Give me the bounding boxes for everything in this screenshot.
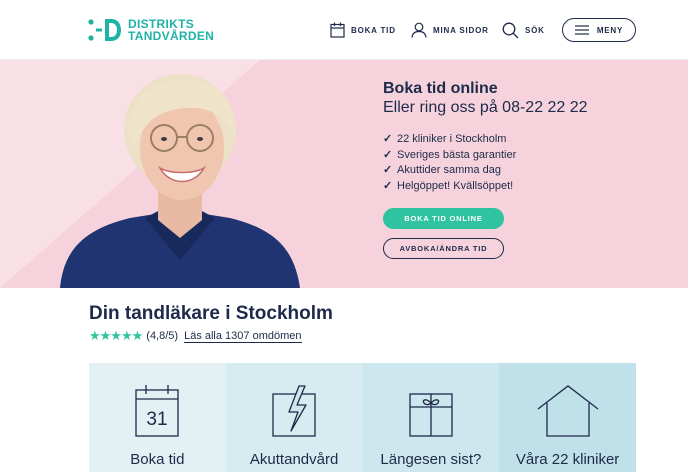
checkmark-icon: ✓: [383, 133, 393, 145]
hero-subtitle-phone: Eller ring oss på 08-22 22 22: [383, 99, 588, 116]
card-vara-kliniker[interactable]: Våra 22 kliniker: [499, 363, 636, 472]
search-icon: [502, 22, 519, 38]
hero-portrait-image: [60, 74, 300, 288]
logo-text: DISTRIKTS TANDVÅRDEN: [128, 18, 214, 42]
checklist-item: ✓ Akuttider samma dag: [383, 163, 516, 179]
card-label: Våra 22 kliniker: [515, 451, 620, 468]
lightning-icon: [272, 385, 316, 437]
checkmark-icon: ✓: [383, 148, 393, 161]
card-label: Akuttandvård: [249, 451, 339, 468]
star-rating-icon: ★★★★★: [89, 328, 143, 343]
nav-sok[interactable]: SÖK: [502, 19, 545, 41]
checklist-item-text: Helgöppet! Kvällsöppet!: [397, 179, 514, 192]
menu-button-label: MENY: [596, 25, 624, 35]
checklist-item-text: Akuttider samma dag: [397, 164, 501, 176]
gift-icon: [409, 393, 453, 437]
house-icon: [537, 385, 599, 437]
calendar-icon: 31: [135, 385, 180, 437]
checkmark-icon: ✓: [383, 164, 393, 176]
checklist-item: ✓ Sveriges bästa garantier: [383, 148, 516, 164]
calendar-icon: [330, 22, 345, 38]
card-label: Boka tid: [130, 451, 185, 468]
card-label: Längesen sist?: [380, 451, 482, 468]
nav-boka-tid-label: BOKA TID: [351, 25, 396, 35]
checklist-item-text: Sveriges bästa garantier: [397, 148, 517, 161]
checkmark-icon: ✓: [383, 179, 393, 192]
cancel-change-appointment-button[interactable]: AVBOKA/ÄNDRA TID: [383, 238, 504, 259]
nav-sok-label: SÖK: [525, 25, 545, 35]
card-boka-tid[interactable]: 31 Boka tid: [89, 363, 226, 472]
reviews-link[interactable]: Läs alla 1307 omdömen: [184, 330, 302, 343]
nav-mina-sidor[interactable]: MINA SIDOR: [411, 19, 489, 41]
book-online-button[interactable]: BOKA TID ONLINE: [383, 208, 504, 229]
calendar-day-number: 31: [147, 409, 168, 430]
card-langesen-sist[interactable]: Längesen sist?: [362, 363, 500, 472]
section-title: Din tandläkare i Stockholm: [89, 303, 333, 324]
logo-line-2: TANDVÅRDEN: [128, 29, 215, 43]
rating-score: (4,8/5): [146, 330, 179, 342]
logo[interactable]: DISTRIKTS TANDVÅRDEN: [88, 15, 228, 45]
site-header: DISTRIKTS TANDVÅRDEN BOKA TID MINA SIDOR…: [0, 0, 688, 60]
logo-mark-icon: [88, 19, 121, 41]
checklist-item: ✓ Helgöppet! Kvällsöppet!: [383, 179, 516, 195]
hamburger-icon: [574, 25, 589, 35]
nav-boka-tid[interactable]: BOKA TID: [330, 19, 396, 41]
card-akuttandvard[interactable]: Akuttandvård: [225, 363, 363, 472]
checklist-item: ✓ 22 kliniker i Stockholm: [383, 132, 516, 148]
user-icon: [411, 22, 427, 38]
nav-mina-sidor-label: MINA SIDOR: [433, 25, 489, 35]
hero-title: Boka tid online: [383, 80, 498, 97]
hero-checklist: ✓ 22 kliniker i Stockholm ✓ Sveriges bästa…: [383, 132, 516, 194]
quick-links: 31 Boka tid Akuttandvård Längesen sist? …: [89, 363, 636, 472]
hero-banner: Boka tid online Eller ring oss på 08-22 …: [0, 60, 688, 288]
checklist-item-text: 22 kliniker i Stockholm: [397, 133, 507, 145]
menu-button[interactable]: MENY: [562, 18, 636, 42]
rating-row: ★★★★★ (4,8/5) Läs alla 1307 omdömen: [89, 328, 302, 344]
